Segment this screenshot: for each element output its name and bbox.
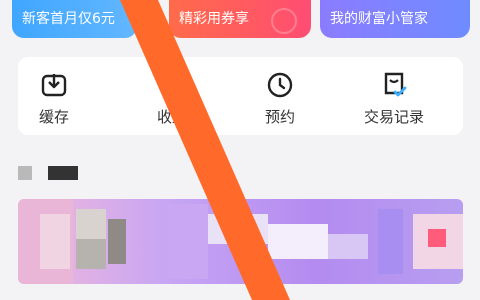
action-cache-label: 缓存	[38, 108, 69, 126]
trade-record-icon	[380, 71, 408, 99]
banner-pixel	[76, 209, 106, 239]
action-cache[interactable]: 缓存	[18, 71, 90, 127]
decorative-circle-icon	[271, 8, 297, 34]
banner-pixel	[76, 239, 106, 269]
promo-wealth-manager-text: 我的财富小管家	[330, 11, 428, 27]
action-reserve[interactable]: 预约	[244, 71, 316, 127]
action-reserve-label: 预约	[264, 108, 295, 126]
banner-pixel	[428, 229, 446, 247]
promo-wealth-manager[interactable]: 我的财富小管家	[320, 0, 470, 38]
promo-coupon[interactable]: 精彩用券享	[169, 0, 311, 38]
banner-pixel	[328, 234, 368, 259]
action-earnings-label: 收益	[156, 108, 187, 126]
banner-pixel	[208, 214, 268, 244]
promo-new-customer[interactable]: 新客首月仅6元	[12, 0, 137, 38]
promo-new-customer-text: 新客首月仅6元	[22, 11, 115, 27]
clock-icon	[266, 71, 294, 99]
banner-pixel	[268, 224, 328, 259]
action-trade-record-label: 交易记录	[363, 108, 424, 126]
banner-pixel	[168, 204, 208, 279]
action-trade-record[interactable]: 交易记录	[358, 71, 430, 127]
download-icon	[40, 71, 68, 99]
banner-pixel	[40, 214, 70, 269]
action-earnings[interactable]: 收益	[136, 71, 208, 127]
section-title-text-placeholder	[48, 166, 78, 180]
pixelated-banner[interactable]	[18, 199, 463, 284]
section-title-square	[18, 166, 32, 180]
banner-pixel	[108, 219, 126, 264]
banner-pixel	[378, 209, 403, 274]
promo-coupon-text: 精彩用券享	[179, 11, 249, 27]
quick-actions-card: 缓存 收益 预约 交易记录	[18, 57, 463, 135]
earnings-icon	[158, 71, 186, 99]
